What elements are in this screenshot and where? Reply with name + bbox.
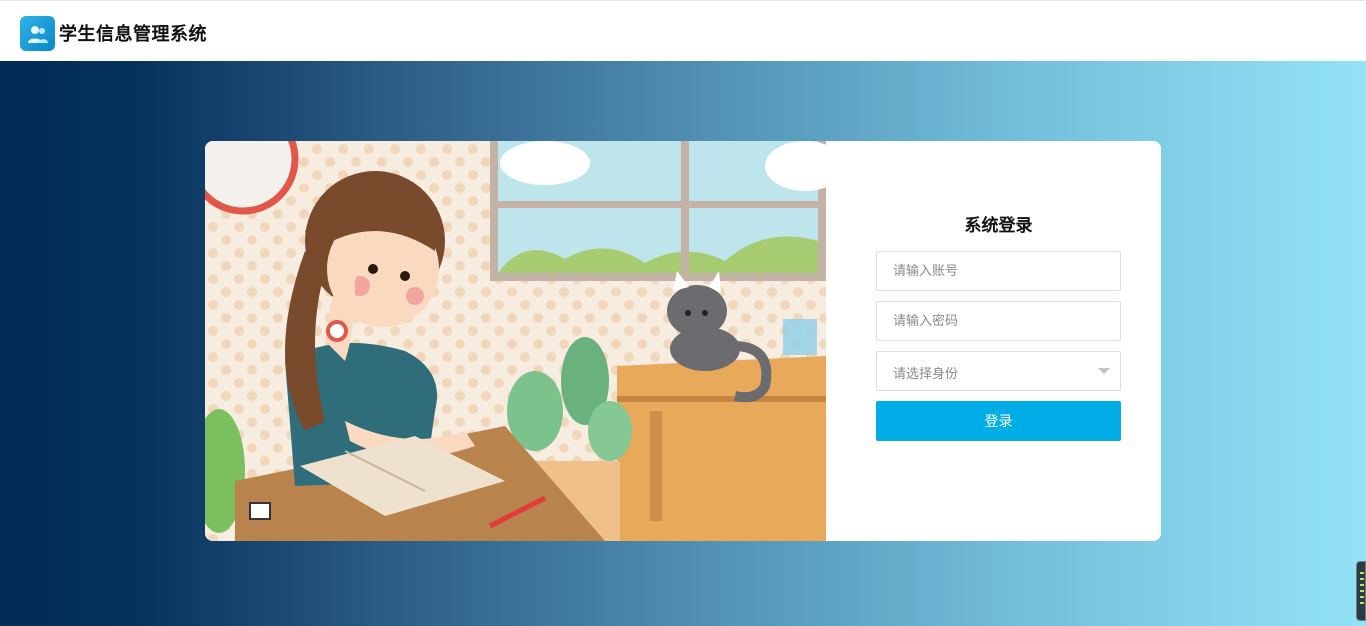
- password-field[interactable]: [876, 301, 1121, 341]
- girl-reading-with-cat-icon: [205, 141, 826, 541]
- login-background: 系统登录 请选择身份 登录: [0, 61, 1366, 626]
- password-input[interactable]: [877, 302, 1120, 340]
- login-button[interactable]: 登录: [876, 401, 1121, 441]
- app-title: 学生信息管理系统: [59, 24, 207, 45]
- login-card: 系统登录 请选择身份 登录: [205, 141, 1161, 541]
- top-bar: 学生信息管理系统: [0, 0, 1366, 61]
- chevron-down-icon[interactable]: [1098, 368, 1110, 374]
- user-group-icon: [20, 16, 55, 51]
- role-select-value: 请选择身份: [893, 367, 959, 382]
- side-widget-handle[interactable]: [1356, 561, 1366, 621]
- username-input[interactable]: [877, 252, 1120, 290]
- login-title: 系统登录: [964, 216, 1033, 236]
- role-select[interactable]: 请选择身份: [876, 351, 1121, 391]
- username-field[interactable]: [876, 251, 1121, 291]
- login-panel: 系统登录 请选择身份 登录: [826, 141, 1161, 541]
